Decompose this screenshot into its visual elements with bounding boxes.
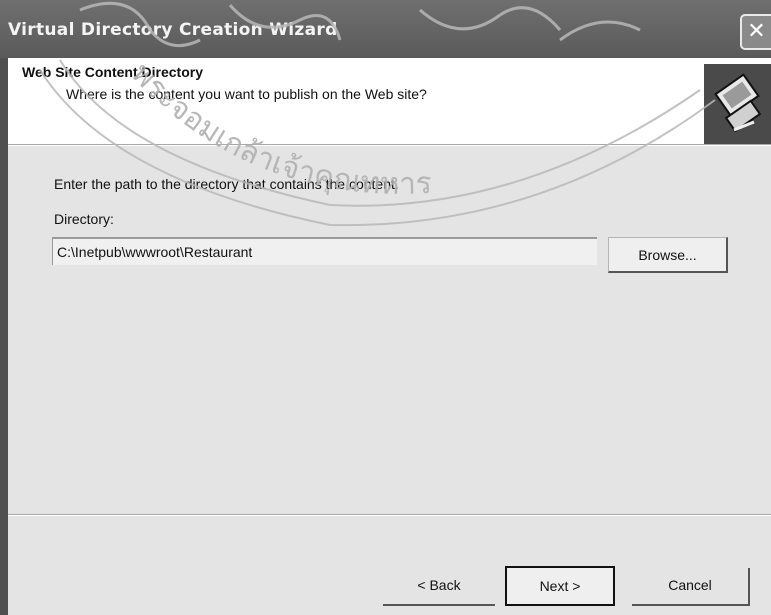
browse-button[interactable]: Browse... (608, 237, 728, 273)
next-button[interactable]: Next > (505, 566, 615, 606)
wizard-content (8, 146, 771, 514)
close-icon: ✕ (747, 18, 766, 43)
cancel-button[interactable]: Cancel (632, 568, 750, 606)
page-subtitle: Where is the content you want to publish… (66, 86, 427, 102)
window-left-edge (0, 58, 8, 615)
title-bar[interactable]: Virtual Directory Creation Wizard ✕ (0, 0, 771, 58)
wizard-computer-icon (704, 64, 771, 144)
directory-input[interactable] (52, 237, 597, 265)
close-button[interactable]: ✕ (740, 14, 771, 50)
window-title: Virtual Directory Creation Wizard (8, 20, 338, 40)
back-button[interactable]: < Back (383, 568, 495, 606)
page-title: Web Site Content Directory (22, 64, 203, 80)
instruction-text: Enter the path to the directory that con… (54, 176, 399, 192)
wizard-header: Web Site Content Directory Where is the … (8, 58, 771, 144)
directory-label: Directory: (54, 211, 114, 227)
